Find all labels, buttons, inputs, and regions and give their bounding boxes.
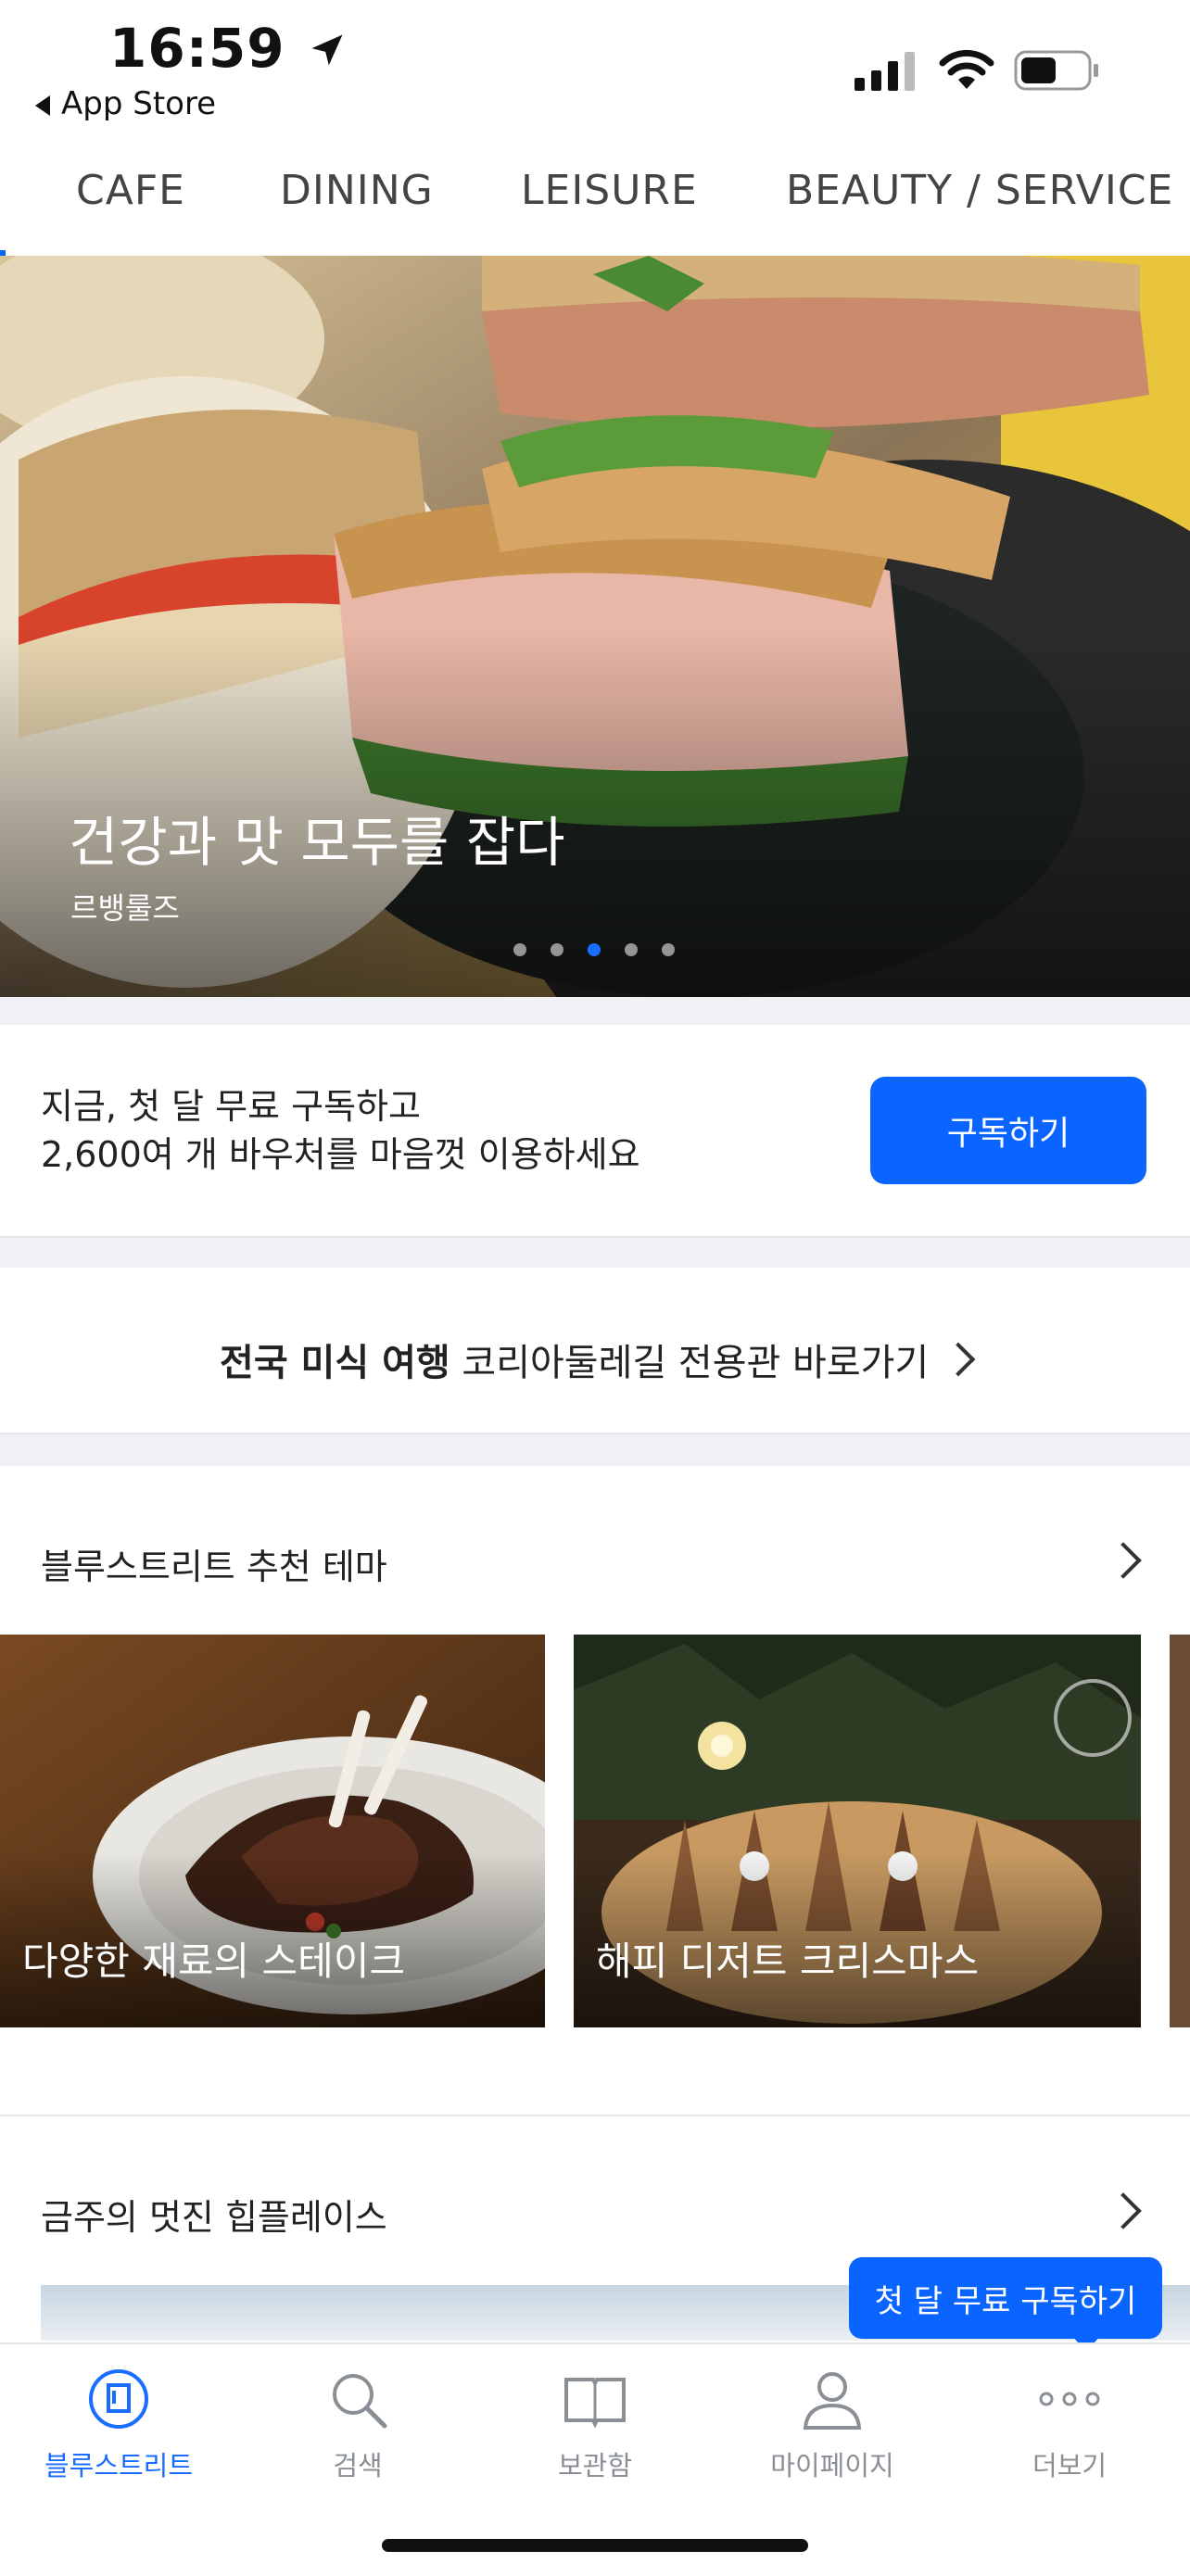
book-icon xyxy=(564,2378,626,2429)
korea-dulegil-link[interactable]: 전국 미식 여행 코리아둘레길 전용관 바로가기 xyxy=(0,1332,1190,1386)
theme-card-christmas[interactable]: 해피 디저트 크리스마스 xyxy=(574,1635,1141,2027)
theme-card-peek[interactable] xyxy=(1170,1635,1190,2027)
theme-card-label: 다양한 재료의 스테이크 xyxy=(22,1938,406,1984)
nav-label: 블루스트리트 xyxy=(44,2450,194,2481)
carousel-dot-2[interactable] xyxy=(551,943,563,956)
section-divider xyxy=(0,1433,1190,1466)
korea-banner-text: 코리아둘레길 전용관 바로가기 xyxy=(462,1342,930,1384)
promo-text: 지금, 첫 달 무료 구독하고 2,600여 개 바우처를 마음껏 이용하세요 xyxy=(41,1082,640,1179)
nav-item-search[interactable]: 검색 xyxy=(265,2367,450,2483)
wifi-icon xyxy=(939,49,994,89)
subscribe-button[interactable]: 구독하기 xyxy=(870,1077,1146,1184)
section-divider xyxy=(0,997,1190,1025)
tab-cafe[interactable]: CAFE xyxy=(76,167,185,214)
person-icon xyxy=(803,2372,862,2430)
nav-item-bluestreet[interactable]: 블루스트리트 xyxy=(26,2367,211,2483)
hero-title: 건강과 맛 모두를 잡다 xyxy=(69,811,565,874)
chevron-right-icon xyxy=(941,1342,976,1377)
carousel-dot-1[interactable] xyxy=(513,943,526,956)
nav-item-storage[interactable]: 보관함 xyxy=(502,2367,688,2483)
tab-beauty-service[interactable]: BEAUTY / SERVICE xyxy=(786,167,1173,214)
section-divider xyxy=(0,2115,1190,2116)
search-icon xyxy=(333,2374,387,2429)
hotplaces-more-chevron-icon[interactable] xyxy=(1105,2192,1142,2229)
section-divider xyxy=(0,1236,1190,1268)
carousel-dot-4[interactable] xyxy=(625,943,638,956)
promo-line-2: 2,600여 개 바우처를 마음껏 이용하세요 xyxy=(41,1134,640,1175)
back-to-app-store[interactable]: App Store xyxy=(35,85,216,122)
category-tabs: CAFE DINING LEISURE BEAUTY / SERVICE xyxy=(0,148,1190,256)
korea-banner-bold: 전국 미식 여행 xyxy=(220,1342,450,1384)
theme-card-label: 해피 디저트 크리스마스 xyxy=(596,1938,980,1984)
tab-leisure[interactable]: LEISURE xyxy=(521,167,698,214)
tab-dining[interactable]: DINING xyxy=(280,167,434,214)
carousel-dot-3[interactable] xyxy=(588,943,601,956)
nav-label: 더보기 xyxy=(1032,2450,1108,2481)
promo-line-1: 지금, 첫 달 무료 구독하고 xyxy=(41,1086,421,1127)
hero-subtitle: 르뱅룰즈 xyxy=(70,890,180,926)
themes-more-chevron-icon[interactable] xyxy=(1105,1542,1142,1579)
carousel-dot-5[interactable] xyxy=(662,943,675,956)
home-indicator xyxy=(382,2539,808,2552)
cellular-signal-icon xyxy=(855,52,915,91)
nav-item-more[interactable]: 더보기 xyxy=(977,2367,1162,2483)
battery-icon xyxy=(1014,50,1098,91)
hotplaces-section-title: 금주의 멋진 힙플레이스 xyxy=(41,2197,387,2238)
nav-label: 보관함 xyxy=(557,2450,633,2481)
bluestreet-icon xyxy=(89,2369,148,2429)
more-icon xyxy=(1039,2392,1100,2406)
nav-label: 마이페이지 xyxy=(770,2450,894,2481)
status-time: 16:59 xyxy=(109,17,348,80)
location-arrow-icon xyxy=(311,34,343,66)
themes-section-title: 블루스트리트 추천 테마 xyxy=(41,1547,387,1587)
theme-card-steak[interactable]: 다양한 재료의 스테이크 xyxy=(0,1635,545,2027)
back-arrow-icon xyxy=(35,95,50,116)
free-trial-floating-button[interactable]: 첫 달 무료 구독하기 xyxy=(849,2257,1162,2339)
nav-label: 검색 xyxy=(333,2450,383,2481)
nav-item-mypage[interactable]: 마이페이지 xyxy=(740,2367,925,2483)
